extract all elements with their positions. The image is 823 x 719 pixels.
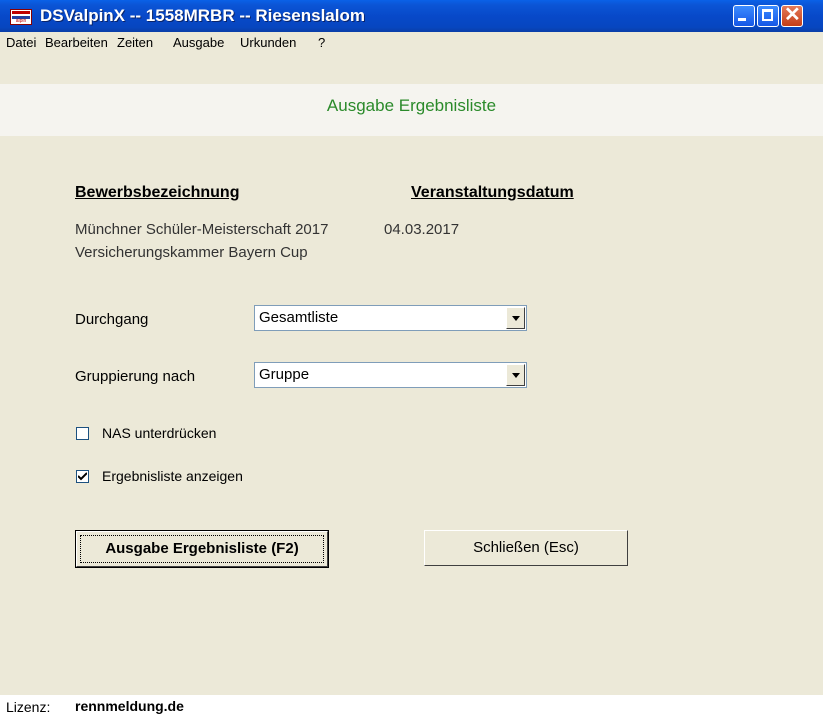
durchgang-label: Durchgang bbox=[75, 311, 149, 328]
durchgang-value: Gesamtliste bbox=[259, 309, 339, 326]
close-button[interactable]: ✕ bbox=[781, 4, 803, 27]
minimize-icon bbox=[738, 18, 746, 21]
menu-bar: Datei Bearbeiten Zeiten Ausgabe Urkunden… bbox=[0, 32, 823, 54]
menu-zeiten[interactable]: Zeiten bbox=[117, 35, 153, 50]
durchgang-select[interactable]: Gesamtliste bbox=[254, 305, 527, 331]
event-name-header: Bewerbsbezeichnung bbox=[75, 184, 240, 201]
gruppierung-select[interactable]: Gruppe bbox=[254, 362, 527, 388]
menu-help[interactable]: ? bbox=[318, 35, 325, 50]
focus-indicator bbox=[80, 535, 324, 563]
gruppierung-label: Gruppierung nach bbox=[75, 368, 196, 385]
event-name-line2: Versicherungskammer Bayern Cup bbox=[75, 244, 308, 261]
menu-urkunden[interactable]: Urkunden bbox=[240, 35, 296, 50]
anzeigen-checkbox[interactable] bbox=[76, 470, 89, 483]
lizenz-value: rennmeldung.de bbox=[75, 698, 184, 714]
status-bar: Lizenz: rennmeldung.de bbox=[0, 695, 823, 719]
maximize-icon bbox=[762, 9, 773, 21]
schliessen-button-label: Schließen (Esc) bbox=[473, 539, 579, 556]
event-date: 04.03.2017 bbox=[384, 221, 460, 238]
durchgang-dropdown-button[interactable] bbox=[506, 307, 525, 329]
schliessen-button[interactable]: Schließen (Esc) bbox=[424, 530, 628, 566]
menu-ausgabe[interactable]: Ausgabe bbox=[173, 35, 224, 50]
chevron-down-icon bbox=[512, 373, 520, 378]
menu-datei[interactable]: Datei bbox=[6, 35, 36, 50]
title-bar[interactable]: alpin DSValpinX -- 1558MRBR -- Riesensla… bbox=[0, 0, 823, 32]
close-icon: ✕ bbox=[784, 4, 801, 26]
app-icon[interactable]: alpin bbox=[10, 9, 32, 25]
nas-checkbox-label[interactable]: NAS unterdrücken bbox=[102, 425, 216, 441]
event-name-line1: Münchner Schüler-Meisterschaft 2017 bbox=[75, 221, 329, 238]
gruppierung-dropdown-button[interactable] bbox=[506, 364, 525, 386]
anzeigen-checkbox-label[interactable]: Ergebnisliste anzeigen bbox=[102, 468, 243, 484]
checkmark-icon bbox=[78, 472, 87, 481]
window-title: DSValpinX -- 1558MRBR -- Riesenslalom bbox=[40, 6, 365, 25]
menu-bearbeiten[interactable]: Bearbeiten bbox=[45, 35, 108, 50]
chevron-down-icon bbox=[512, 316, 520, 321]
app-icon-label: alpin bbox=[15, 18, 27, 24]
gruppierung-value: Gruppe bbox=[259, 366, 310, 383]
minimize-button[interactable] bbox=[733, 5, 755, 27]
page-title: Ausgabe Ergebnisliste bbox=[326, 96, 497, 115]
nas-checkbox[interactable] bbox=[76, 427, 89, 440]
maximize-button[interactable] bbox=[757, 5, 779, 27]
lizenz-label: Lizenz: bbox=[6, 699, 51, 715]
ausgabe-ergebnisliste-button[interactable]: Ausgabe Ergebnisliste (F2) bbox=[75, 530, 329, 568]
event-date-header: Veranstaltungsdatum bbox=[411, 184, 574, 201]
